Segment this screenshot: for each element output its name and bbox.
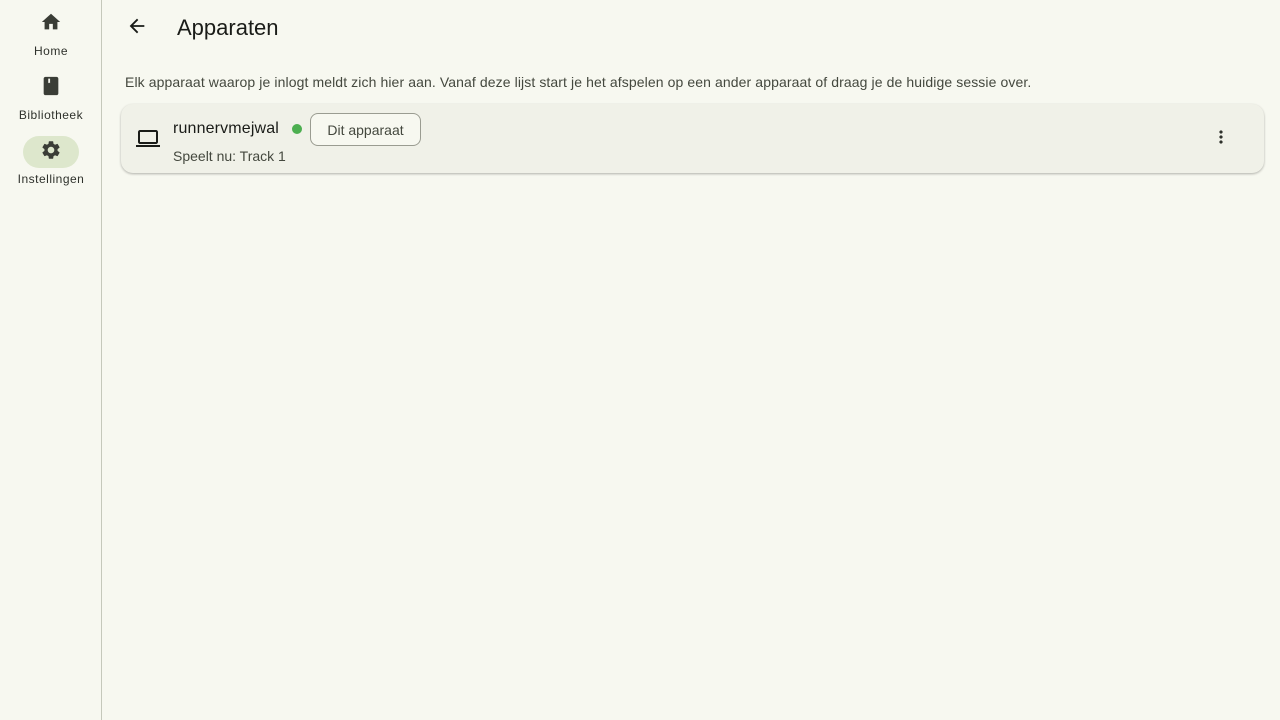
device-menu-button[interactable] [1202,122,1240,156]
this-device-chip: Dit apparaat [310,113,421,146]
device-card[interactable]: runnervmejwal Dit apparaat Speelt nu: Tr… [121,104,1264,173]
app-window: Home Bibliotheek Instellingen Apparaten … [0,0,1280,720]
book-icon [40,75,62,102]
top-app-bar: Apparaten [103,0,1280,56]
navigation-rail: Home Bibliotheek Instellingen [0,0,102,720]
gear-icon [40,139,62,166]
nav-item-label: Home [33,44,68,58]
page-description: Elk apparaat waarop je inlogt meldt zich… [125,74,1032,90]
nav-item-library-indicator [23,72,79,104]
nav-item-label: Instellingen [17,172,85,186]
back-button[interactable] [117,8,157,48]
nav-item-settings[interactable]: Instellingen [0,136,102,192]
now-playing-text: Speelt nu: Track 1 [173,148,286,164]
arrow-left-icon [126,15,148,42]
nav-item-home-indicator [23,8,79,40]
nav-item-label: Bibliotheek [18,108,84,122]
laptop-icon [136,128,160,148]
nav-item-library[interactable]: Bibliotheek [0,72,102,128]
device-name: runnervmejwal [173,120,279,137]
home-icon [40,11,62,38]
page-title: Apparaten [177,15,279,40]
more-vert-icon [1211,127,1231,152]
nav-item-home[interactable]: Home [0,8,102,64]
nav-item-settings-indicator [23,136,79,168]
online-status-indicator [292,124,302,134]
